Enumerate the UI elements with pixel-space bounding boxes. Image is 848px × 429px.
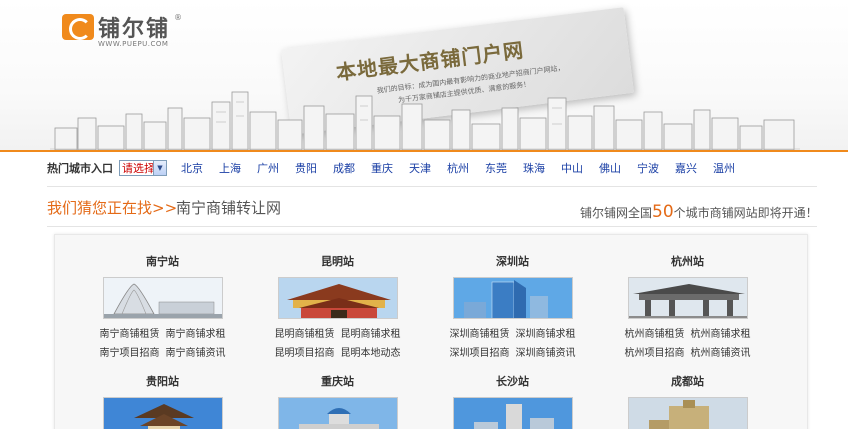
station-kunming: 昆明站 昆明商铺租赁 昆明商铺求租 昆明项目招商 昆明本地动态	[250, 253, 425, 363]
station-link[interactable]: 深圳项目招商	[450, 348, 510, 359]
station-photo[interactable]	[627, 277, 748, 319]
station-title[interactable]: 南宁站	[75, 253, 250, 268]
logo-url: WWW.PUEPU.COM	[98, 40, 169, 48]
city-link[interactable]: 嘉兴	[675, 160, 697, 176]
city-link[interactable]: 天津	[409, 160, 431, 176]
city-link[interactable]: 贵阳	[295, 160, 317, 176]
station-nanning: 南宁站 南宁商铺租赁 南宁商铺求租 南宁项目招商 南宁商铺资讯	[75, 253, 250, 363]
city-skyline-illustration	[50, 91, 800, 150]
hot-city-bar: 热门城市入口 请选择 ▼ 北京 上海 广州 贵阳 成都 重庆 天津 杭州 东莞 …	[47, 158, 817, 178]
station-links: 昆明商铺租赁 昆明商铺求租 昆明项目招商 昆明本地动态	[250, 325, 425, 363]
city-link[interactable]: 温州	[713, 160, 735, 176]
station-photo[interactable]	[277, 397, 398, 429]
guiyang-pavilion-icon	[103, 398, 222, 429]
hangzhou-archway-icon	[628, 278, 747, 318]
station-link[interactable]: 南宁商铺资讯	[166, 348, 226, 359]
chengdu-building-icon	[628, 398, 747, 429]
city-select[interactable]: 请选择 ▼	[119, 160, 167, 176]
city-link[interactable]: 上海	[219, 160, 241, 176]
changsha-tower-icon	[453, 398, 572, 429]
notice-before: 铺尔铺网全国	[580, 206, 653, 220]
station-links: 深圳商铺租赁 深圳商铺求租 深圳项目招商 深圳商铺资讯	[425, 325, 600, 363]
city-link[interactable]: 珠海	[523, 160, 545, 176]
station-photo[interactable]	[277, 277, 398, 319]
header-divider	[0, 150, 848, 152]
station-title[interactable]: 重庆站	[250, 373, 425, 388]
station-shenzhen: 深圳站 深圳商铺租赁 深圳商铺求租 深圳项目招商 深圳商铺资讯	[425, 253, 600, 363]
guess-prefix: 我们猜您正在找>>	[47, 199, 178, 217]
station-link[interactable]: 深圳商铺租赁	[450, 329, 510, 340]
station-chongqing: 重庆站	[250, 373, 425, 429]
divider	[47, 186, 817, 187]
nanning-building-icon	[103, 278, 222, 318]
notice-number: 50	[652, 202, 674, 222]
city-link[interactable]: 杭州	[447, 160, 469, 176]
station-hangzhou: 杭州站 杭州商铺租赁 杭州商铺求租 杭州项目招商 杭州商铺资讯	[600, 253, 775, 363]
city-link[interactable]: 北京	[181, 160, 203, 176]
guess-target-link[interactable]: 南宁商铺转让网	[176, 197, 281, 218]
station-link[interactable]: 昆明商铺租赁	[275, 329, 335, 340]
station-link[interactable]: 昆明本地动态	[341, 348, 401, 359]
station-title[interactable]: 长沙站	[425, 373, 600, 388]
station-link[interactable]: 杭州商铺资讯	[691, 348, 751, 359]
station-title[interactable]: 昆明站	[250, 253, 425, 268]
hot-city-label: 热门城市入口	[47, 162, 113, 175]
site-launch-notice: 铺尔铺网全国50个城市商铺网站即将开通！	[580, 202, 818, 222]
notice-after: 个城市商铺网站即将开通！	[673, 206, 818, 220]
city-link[interactable]: 重庆	[371, 160, 393, 176]
city-stations-panel: 南宁站 南宁商铺租赁 南宁商铺求租 南宁项目招商 南宁商铺资讯 昆明站 昆明商铺…	[54, 234, 808, 429]
shenzhen-tower-icon	[453, 278, 572, 318]
city-link[interactable]: 中山	[561, 160, 583, 176]
station-guiyang: 贵阳站	[75, 373, 250, 429]
station-title[interactable]: 贵阳站	[75, 373, 250, 388]
station-link[interactable]: 深圳商铺资讯	[516, 348, 576, 359]
site-logo[interactable]: 铺尔铺 ® WWW.PUEPU.COM	[62, 13, 192, 49]
station-photo[interactable]	[627, 397, 748, 429]
station-link[interactable]: 杭州商铺租赁	[625, 329, 685, 340]
city-links: 北京 上海 广州 贵阳 成都 重庆 天津 杭州 东莞 珠海 中山 佛山 宁波 嘉…	[173, 160, 743, 176]
station-link[interactable]: 昆明商铺求租	[341, 329, 401, 340]
header-banner: 铺尔铺 ® WWW.PUEPU.COM 本地最大商铺门户网 我们的目标：成为国内…	[0, 0, 848, 150]
logo-mark-icon	[62, 14, 94, 40]
station-link[interactable]: 南宁商铺求租	[166, 329, 226, 340]
city-link[interactable]: 广州	[257, 160, 279, 176]
city-link[interactable]: 佛山	[599, 160, 621, 176]
station-title[interactable]: 成都站	[600, 373, 775, 388]
station-photo[interactable]	[102, 397, 223, 429]
station-title[interactable]: 杭州站	[600, 253, 775, 268]
station-changsha: 长沙站	[425, 373, 600, 429]
station-title[interactable]: 深圳站	[425, 253, 600, 268]
chongqing-hall-icon	[278, 398, 397, 429]
kunming-gate-icon	[278, 278, 397, 318]
station-link[interactable]: 南宁项目招商	[100, 348, 160, 359]
station-link[interactable]: 昆明项目招商	[275, 348, 335, 359]
station-photo[interactable]	[102, 277, 223, 319]
city-link[interactable]: 宁波	[637, 160, 659, 176]
registered-mark: ®	[174, 13, 182, 22]
chevron-down-icon[interactable]: ▼	[153, 161, 166, 175]
station-chengdu: 成都站	[600, 373, 775, 429]
station-photo[interactable]	[452, 277, 573, 319]
station-link[interactable]: 南宁商铺租赁	[100, 329, 160, 340]
station-link[interactable]: 杭州商铺求租	[691, 329, 751, 340]
station-links: 南宁商铺租赁 南宁商铺求租 南宁项目招商 南宁商铺资讯	[75, 325, 250, 363]
city-select-value: 请选择	[122, 162, 155, 175]
station-link[interactable]: 深圳商铺求租	[516, 329, 576, 340]
station-links: 杭州商铺租赁 杭州商铺求租 杭州项目招商 杭州商铺资讯	[600, 325, 775, 363]
city-link[interactable]: 东莞	[485, 160, 507, 176]
station-photo[interactable]	[452, 397, 573, 429]
logo-text: 铺尔铺	[98, 17, 171, 42]
station-link[interactable]: 杭州项目招商	[625, 348, 685, 359]
city-link[interactable]: 成都	[333, 160, 355, 176]
divider	[47, 226, 817, 227]
